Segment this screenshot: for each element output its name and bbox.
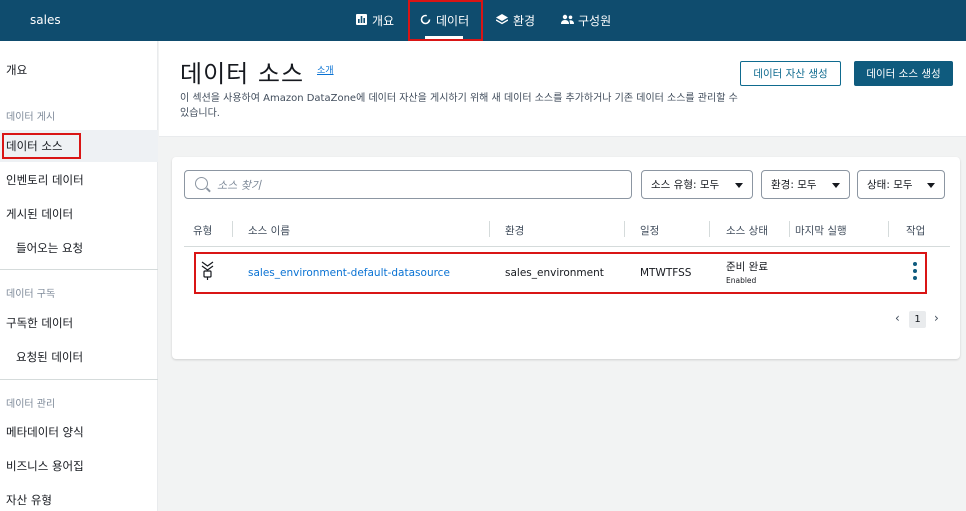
- data-source-status-sub: Enabled: [726, 276, 757, 285]
- project-name[interactable]: sales: [30, 13, 61, 27]
- tab-overview-label: 개요: [372, 14, 395, 28]
- column-separator: [624, 221, 625, 237]
- page-description: 이 섹션을 사용하여 Amazon DataZone에 데이터 자산을 게시하기…: [180, 93, 738, 119]
- column-separator: [709, 221, 710, 237]
- chart-icon: [355, 13, 367, 28]
- column-header-type: 유형: [193, 225, 213, 237]
- tab-environment[interactable]: 환경: [495, 0, 536, 41]
- sidebar-divider: [0, 269, 158, 270]
- tab-members[interactable]: 구성원: [561, 0, 611, 41]
- column-header-status[interactable]: 소스 상태: [726, 223, 768, 238]
- sidebar-item-metadata-forms[interactable]: 메타데이터 양식: [0, 416, 158, 448]
- sidebar-item-overview[interactable]: 개요: [0, 54, 158, 86]
- table-header-divider: [184, 246, 950, 247]
- column-header-actions: 작업: [906, 225, 926, 237]
- search-input[interactable]: [217, 175, 617, 195]
- layers-icon: [495, 13, 509, 28]
- tab-overview[interactable]: 개요: [355, 0, 394, 41]
- sidebar-item-published[interactable]: 게시된 데이터: [0, 198, 158, 230]
- column-header-schedule[interactable]: 일정: [640, 223, 659, 238]
- info-link[interactable]: 소개: [317, 63, 334, 76]
- pagination-page[interactable]: 1: [909, 311, 926, 328]
- create-data-source-button[interactable]: 데이터 소스 생성: [854, 61, 953, 86]
- data-source-schedule: MTWTFSS: [640, 267, 692, 279]
- caret-down-icon: [927, 183, 935, 188]
- chevron-right-icon[interactable]: ›: [934, 311, 939, 325]
- column-separator: [789, 221, 790, 237]
- data-source-environment: sales_environment: [505, 267, 604, 279]
- caret-down-icon: [735, 183, 743, 188]
- sidebar-item-subscribed[interactable]: 구독한 데이터: [0, 307, 158, 339]
- top-navigation-bar: sales 개요 데이터 환경 구성원: [0, 0, 966, 41]
- sidebar-item-glossaries[interactable]: 비즈니스 용어집: [0, 450, 158, 482]
- sidebar-section-subscribe: 데이터 구독: [6, 289, 56, 300]
- source-type-filter-label: 소스 유형: 모두: [651, 179, 720, 191]
- column-separator: [888, 221, 889, 237]
- glue-crawler-icon: [201, 261, 214, 284]
- column-header-last-run[interactable]: 마지막 실행: [795, 223, 847, 238]
- sidebar-item-inventory[interactable]: 인벤토리 데이터: [0, 164, 158, 196]
- sidebar-item-incoming-requests[interactable]: 들어오는 요청: [0, 232, 158, 264]
- sidebar-section-manage: 데이터 관리: [6, 399, 56, 410]
- sidebar-divider: [0, 379, 158, 380]
- highlight-box-data-sources: [2, 133, 81, 159]
- tab-members-label: 구성원: [578, 14, 612, 28]
- column-header-environment[interactable]: 환경: [505, 223, 524, 238]
- sidebar-item-requested[interactable]: 요청된 데이터: [0, 341, 158, 373]
- people-icon: [561, 14, 574, 27]
- status-filter-label: 상태: 모두: [867, 179, 913, 191]
- search-box[interactable]: [184, 170, 632, 199]
- chevron-left-icon[interactable]: ‹: [895, 311, 900, 325]
- data-source-name-link[interactable]: sales_environment-default-datasource: [248, 267, 450, 279]
- environment-filter-label: 환경: 모두: [771, 179, 817, 191]
- column-separator: [232, 221, 233, 237]
- data-source-status: 준비 완료: [726, 261, 768, 273]
- column-header-name[interactable]: 소스 이름: [248, 223, 290, 238]
- highlight-box-data-tab: [408, 0, 483, 41]
- caret-down-icon: [832, 183, 840, 188]
- page-title: 데이터 소스: [180, 60, 305, 88]
- create-data-asset-button[interactable]: 데이터 자산 생성: [740, 61, 841, 86]
- sidebar-section-publish: 데이터 게시: [6, 112, 56, 123]
- source-type-filter[interactable]: 소스 유형: 모두: [641, 170, 753, 199]
- tab-environment-label: 환경: [513, 14, 536, 28]
- column-separator: [489, 221, 490, 237]
- environment-filter[interactable]: 환경: 모두: [761, 170, 850, 199]
- status-filter[interactable]: 상태: 모두: [857, 170, 945, 199]
- search-icon: [195, 177, 208, 190]
- sidebar-item-asset-types[interactable]: 자산 유형: [0, 484, 158, 511]
- row-actions-kebab-icon[interactable]: [911, 262, 919, 284]
